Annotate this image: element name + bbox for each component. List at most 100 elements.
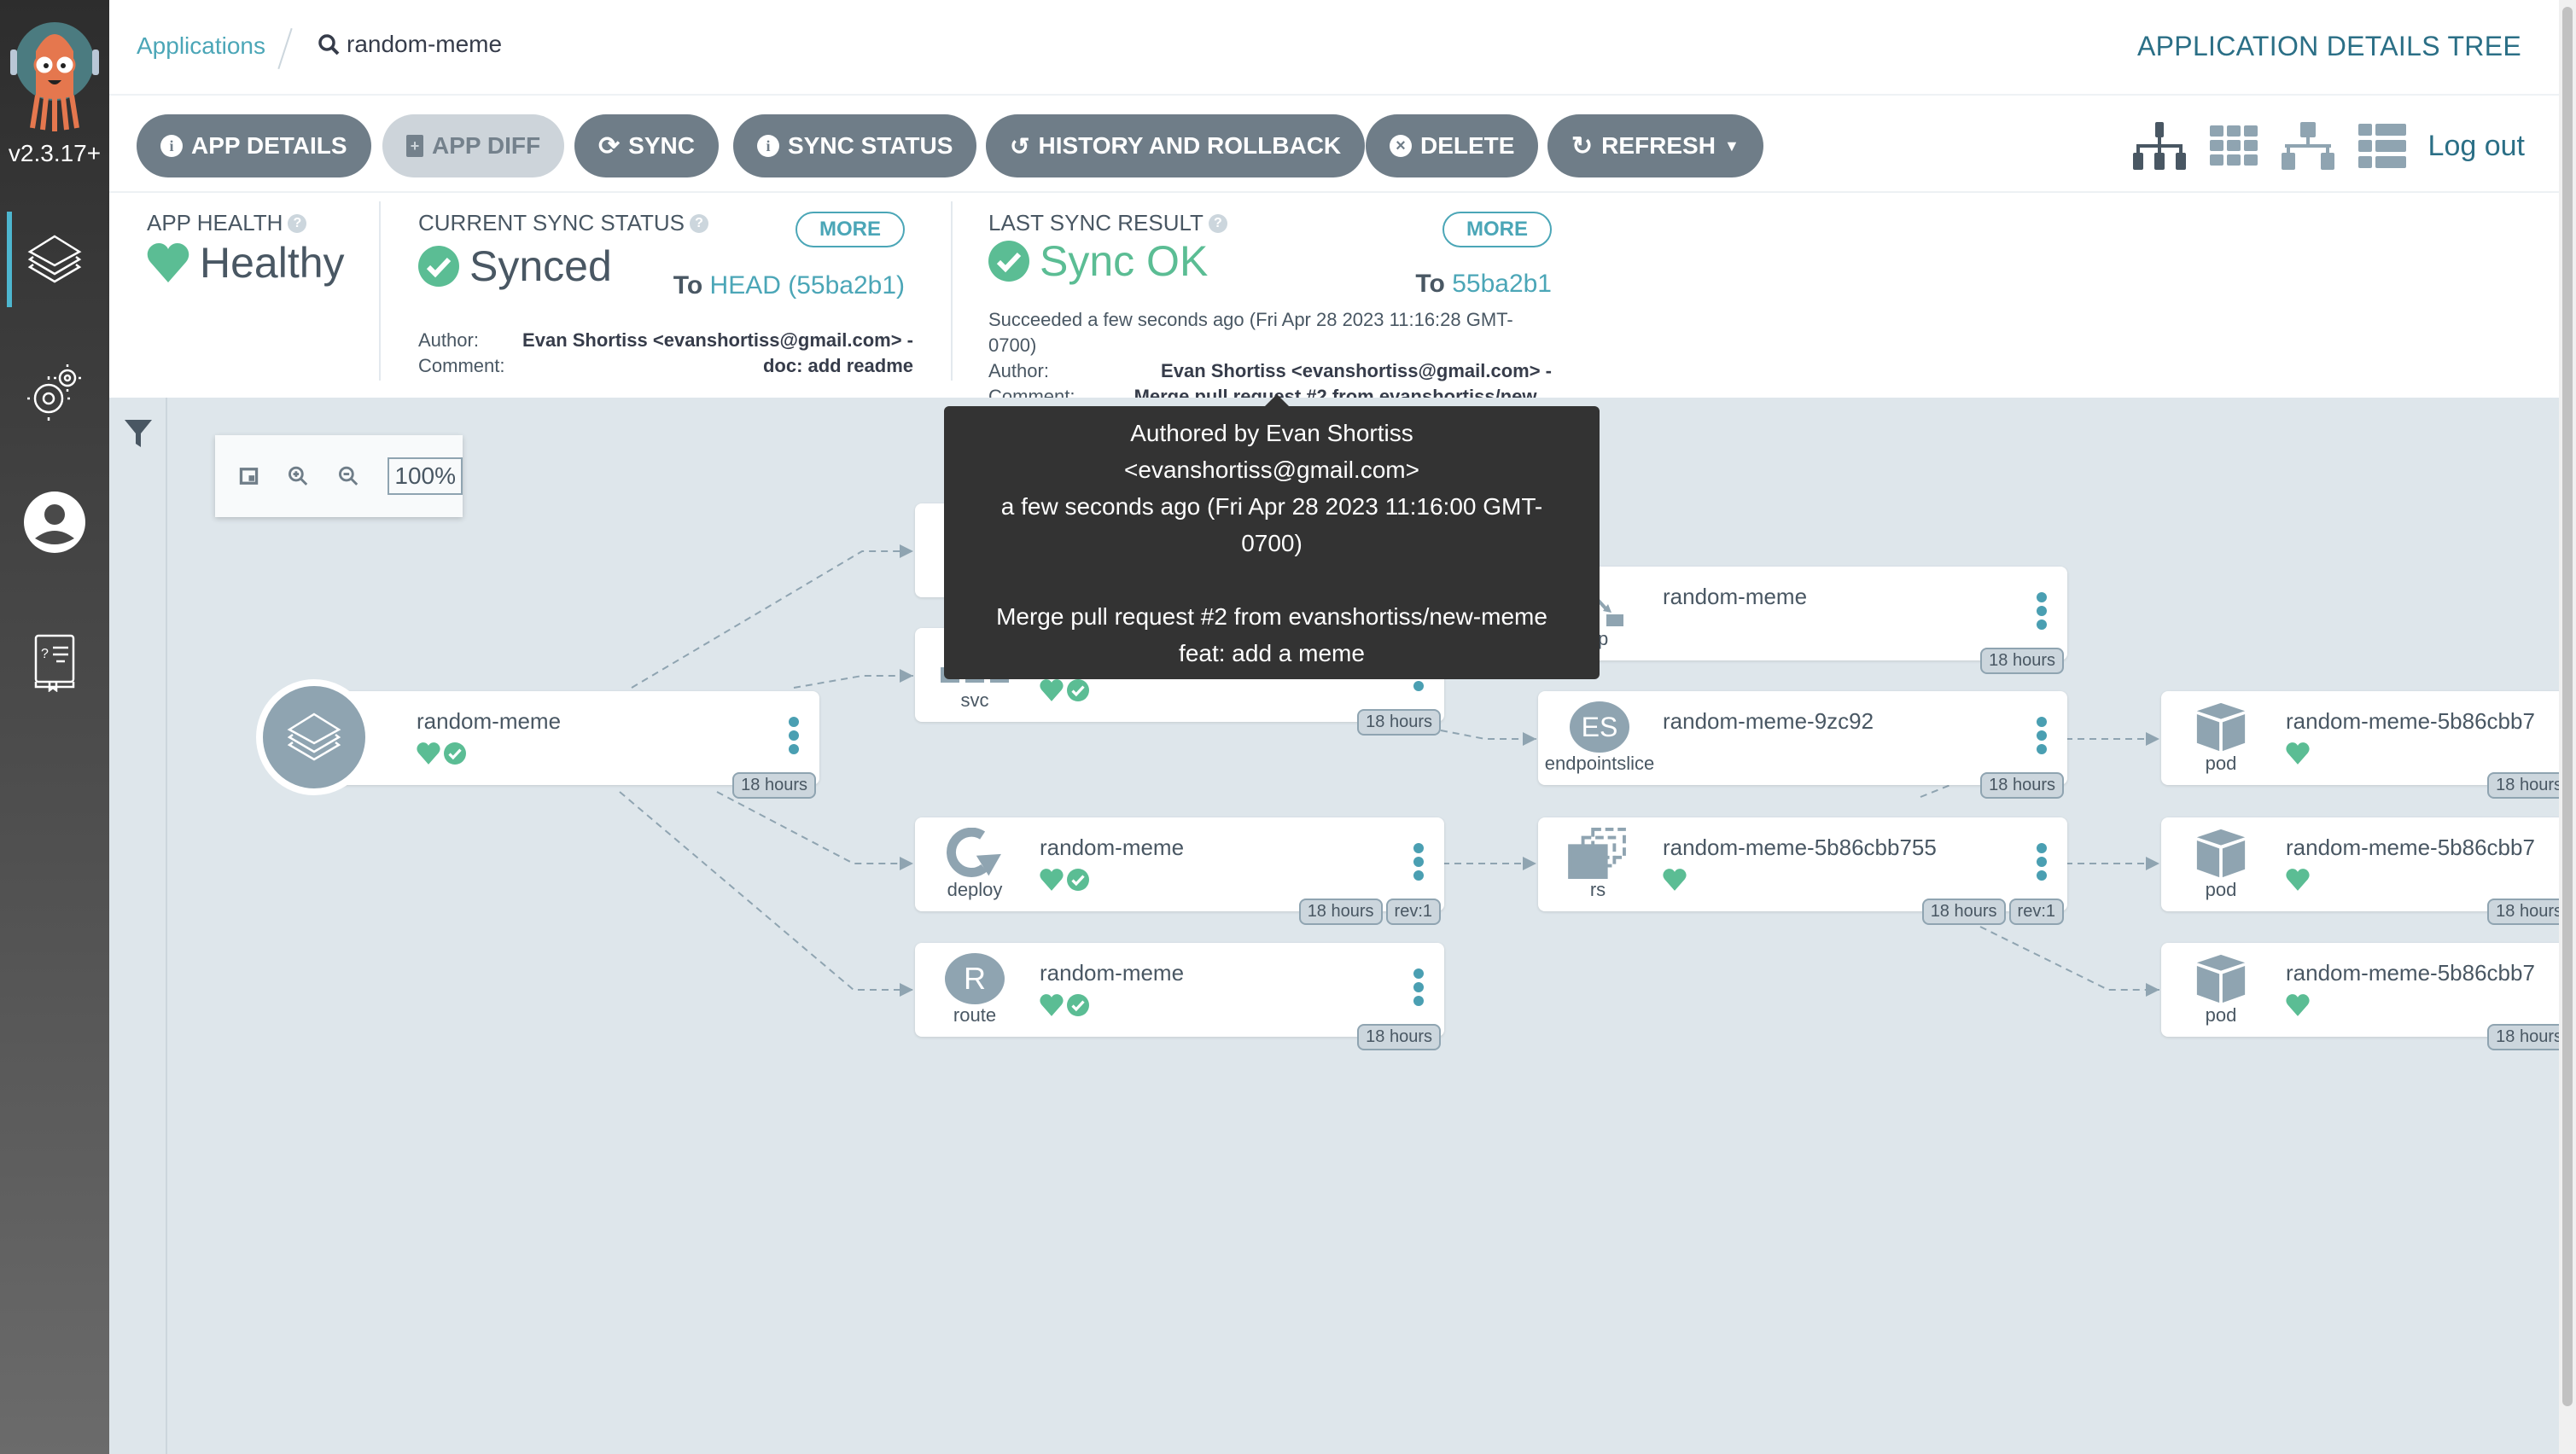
node-status-badges xyxy=(1040,679,1089,701)
revision-link[interactable]: 55ba2b1 xyxy=(1452,270,1552,298)
node-menu-button[interactable] xyxy=(2037,843,2047,881)
app-icon-circle[interactable] xyxy=(256,679,372,795)
node-menu-button[interactable] xyxy=(2037,592,2047,630)
node-menu-button[interactable] xyxy=(2037,717,2047,754)
page-title: APPLICATION DETAILS TREE xyxy=(2137,31,2521,61)
breadcrumb-applications[interactable]: Applications xyxy=(137,32,265,60)
tooltip-line: <evanshortiss@gmail.com> xyxy=(1124,457,1419,483)
svg-text:?: ? xyxy=(41,647,49,661)
node-name: random-meme-5b86cbb755 xyxy=(1663,835,1937,860)
resource-node-pod[interactable]: pod random-meme-5b86cbb7 18 hours xyxy=(2161,691,2571,799)
logout-link[interactable]: Log out xyxy=(2428,130,2525,163)
resource-node-rs[interactable]: rs random-meme-5b86cbb755 18 hours rev:1 xyxy=(1538,817,2067,925)
zoom-out-icon[interactable] xyxy=(338,463,359,489)
app-details-button[interactable]: i APP DETAILS xyxy=(137,114,371,177)
app-diff-label: APP DIFF xyxy=(432,132,541,159)
resource-node-deploy[interactable]: deploy random-meme 18 hours rev:1 xyxy=(915,817,1444,925)
list-view-icon[interactable] xyxy=(2357,124,2406,168)
pods-view-icon[interactable] xyxy=(2209,125,2258,166)
breadcrumb-current-label: random-meme xyxy=(347,31,503,57)
revision-link[interactable]: HEAD (55ba2b1) xyxy=(710,271,905,300)
last-sync-revision: To 55ba2b1 xyxy=(1415,270,1552,299)
delete-button[interactable]: × DELETE xyxy=(1366,114,1539,177)
revision-tag: rev:1 xyxy=(2008,899,2064,925)
node-name: random-meme-9zc92 xyxy=(1663,708,1874,734)
check-circle-icon xyxy=(444,742,466,765)
help-icon[interactable]: ? xyxy=(690,213,709,233)
zoom-in-icon[interactable] xyxy=(288,463,309,489)
version-label: v2.3.17+ xyxy=(8,140,102,166)
sidebar-item-user[interactable] xyxy=(0,471,109,573)
sidebar-item-applications[interactable] xyxy=(0,208,109,311)
node-status-badges xyxy=(417,742,466,765)
node-kind: pod xyxy=(2205,753,2237,774)
endpointslice-initials-icon: ES xyxy=(1570,701,1629,753)
heart-icon xyxy=(2286,742,2310,765)
refresh-icon: ↻ xyxy=(1571,131,1594,160)
age-tag: 18 hours xyxy=(1298,899,1383,925)
layers-icon xyxy=(287,712,341,761)
last-sync-title: LAST SYNC RESULT xyxy=(988,210,1203,236)
network-view-icon[interactable] xyxy=(2280,122,2336,170)
history-rollback-button[interactable]: ↺ HISTORY AND ROLLBACK xyxy=(986,114,1366,177)
refresh-button[interactable]: ↻ REFRESH ▼ xyxy=(1547,114,1763,177)
node-kind: pod xyxy=(2205,879,2237,900)
resource-node-endpointslice[interactable]: ES endpointslice random-meme-9zc92 18 hou… xyxy=(1538,691,2067,799)
top-bar: Applications random-meme APPLICATION DET… xyxy=(109,0,2559,96)
app-health-title: APP HEALTH xyxy=(147,210,283,236)
node-status-badges xyxy=(1040,994,1089,1016)
sidebar-item-docs[interactable]: ? xyxy=(0,611,109,713)
age-tag: 18 hours xyxy=(1357,709,1441,736)
node-menu-button[interactable] xyxy=(1413,968,1424,1006)
filter-icon[interactable] xyxy=(125,420,152,447)
sync-status-button[interactable]: i SYNC STATUS xyxy=(733,114,977,177)
node-status-badges xyxy=(2286,869,2310,891)
resource-node-pod[interactable]: pod random-meme-5b86cbb7 18 hours xyxy=(2161,817,2571,925)
app-diff-button[interactable]: + APP DIFF xyxy=(382,114,565,177)
help-icon[interactable]: ? xyxy=(288,213,307,233)
node-menu-button[interactable] xyxy=(789,717,799,754)
resource-node-ep[interactable]: ep random-meme 18 hours xyxy=(1538,567,2067,674)
zoom-level[interactable]: 100% xyxy=(388,457,463,495)
scrollbar-thumb[interactable] xyxy=(2562,7,2573,1406)
gears-icon xyxy=(27,364,81,421)
age-tag: 18 hours xyxy=(1980,772,2064,799)
age-tag: 18 hours xyxy=(1980,648,2064,674)
resource-node-pod[interactable]: pod random-meme-5b86cbb7 18 hours xyxy=(2161,943,2571,1050)
breadcrumb-current[interactable]: random-meme xyxy=(318,31,502,58)
page-scrollbar[interactable] xyxy=(2559,0,2576,1454)
check-circle-icon xyxy=(1067,679,1089,701)
heart-icon xyxy=(2286,869,2310,891)
refresh-label: REFRESH xyxy=(1601,132,1716,159)
heart-icon xyxy=(2286,994,2310,1016)
last-sync-panel: LAST SYNC RESULT? MORE Sync OK To 55ba2b… xyxy=(988,210,1552,407)
node-menu-button[interactable] xyxy=(1413,843,1424,881)
replicaset-icon xyxy=(1568,828,1626,879)
tree-view-icon[interactable] xyxy=(2131,122,2188,170)
node-name: random-meme-5b86cbb7 xyxy=(2286,960,2535,986)
app-node[interactable]: random-meme 18 hours xyxy=(324,691,819,799)
check-circle-icon xyxy=(418,246,459,287)
sync-button[interactable]: ⟳ SYNC xyxy=(574,114,719,177)
sidebar: v2.3.17+ ? xyxy=(0,0,109,1454)
current-sync-more-button[interactable]: MORE xyxy=(796,212,905,247)
divider xyxy=(951,201,953,381)
pod-cube-icon xyxy=(2196,829,2246,878)
heart-icon xyxy=(417,742,440,765)
node-kind: rs xyxy=(1589,879,1606,900)
delete-circle-icon: × xyxy=(1390,135,1412,157)
sidebar-item-settings[interactable] xyxy=(0,341,109,444)
deployment-icon xyxy=(947,828,1001,877)
last-sync-more-button[interactable]: MORE xyxy=(1442,212,1552,247)
argo-logo xyxy=(10,22,99,131)
help-icon[interactable]: ? xyxy=(1208,213,1227,233)
fit-screen-icon[interactable] xyxy=(239,465,259,487)
comment-value: doc: add readme xyxy=(762,355,913,376)
node-kind: endpointslice xyxy=(1544,753,1655,774)
author-label: Author: xyxy=(418,329,479,351)
divider xyxy=(379,201,381,381)
layers-icon xyxy=(27,235,82,283)
help-book-icon: ? xyxy=(34,634,75,692)
resource-node-route[interactable]: Rroute random-meme 18 hours xyxy=(915,943,1444,1050)
pod-cube-icon xyxy=(2196,954,2246,1003)
